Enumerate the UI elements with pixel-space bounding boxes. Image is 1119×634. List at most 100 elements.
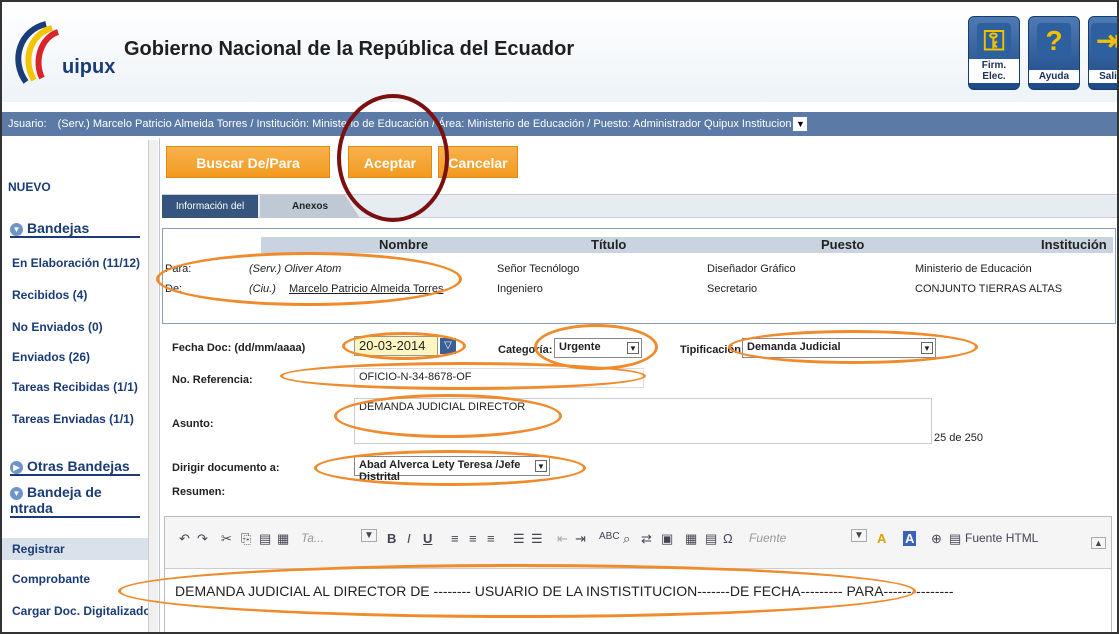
row-institucion: Ministerio de Educación [915, 263, 1032, 275]
indent-icon[interactable]: ⇥ [575, 531, 586, 547]
dirigir-select[interactable]: Abad Alverca Lety Teresa /Jefe Distrital… [354, 456, 550, 483]
resumen-label: Resumen: [172, 486, 226, 498]
col-nombre: Nombre [379, 237, 429, 252]
calendar-icon[interactable]: ▽ [440, 338, 456, 354]
rich-text-editor: ↶ ↷ ✂ ⎘ ▤ ▦ Ta... ▼ B I U ≡ ≡ ≡ ☰ ☰ ⇤ ⇥ … [164, 516, 1112, 632]
chevron-down-icon[interactable]: ▼ [851, 529, 867, 542]
replace-icon[interactable]: ⇄ [641, 531, 652, 547]
tipificacion-select[interactable]: Demanda Judicial ▼ [742, 338, 936, 358]
sidebar-item-tareas-recibidas[interactable]: Tareas Recibidas (1/1) [12, 380, 138, 394]
row-titulo: Señor Tecnólogo [497, 263, 580, 275]
logo-text: uipux [62, 56, 116, 78]
font-select[interactable]: Fuente [749, 531, 786, 545]
find-icon[interactable]: ⌕ [623, 531, 630, 547]
copy-icon[interactable]: ⎘ [241, 531, 251, 547]
categoria-select[interactable]: Urgente ▼ [554, 338, 642, 358]
align-left-icon[interactable]: ≡ [451, 531, 459, 546]
source-icon[interactable]: ▤ [949, 531, 961, 547]
text-color-icon[interactable]: A [877, 531, 886, 546]
italic-icon[interactable]: I [407, 531, 411, 546]
bullet-list-icon[interactable]: ☰ [531, 531, 543, 547]
sidebar-otras-bandejas[interactable]: ▶ Otras Bandejas [10, 458, 140, 476]
aceptar-button[interactable]: Aceptar [348, 146, 432, 178]
chevron-down-icon: ▼ [627, 342, 639, 354]
sidebar-item-en-elaboracion[interactable]: En Elaboración (11/12) [12, 256, 140, 270]
chevron-down-icon[interactable]: ▼ [361, 529, 377, 542]
sidebar-bandeja-entrada[interactable]: ▼ Bandeja de ntrada [10, 484, 140, 518]
dirigir-label: Dirigir documento a: [172, 462, 280, 474]
outdent-icon[interactable]: ⇤ [557, 531, 568, 547]
editor-scroll-up-icon[interactable]: ▲ [1091, 537, 1106, 549]
sidebar-item-tareas-enviadas[interactable]: Tareas Enviadas (1/1) [12, 412, 134, 426]
background-color-icon[interactable]: A [903, 531, 917, 546]
firma-electronica-button[interactable]: ⚿ Firm. Elec. [968, 16, 1020, 90]
sidebar-item-enviados[interactable]: Enviados (26) [12, 350, 90, 364]
cancelar-button[interactable]: Cancelar [438, 146, 518, 178]
row-titulo: Ingeniero [497, 283, 543, 295]
exit-button[interactable]: ⇥ Sali [1088, 16, 1117, 90]
paste-icon[interactable]: ▤ [259, 531, 271, 547]
bold-icon[interactable]: B [387, 531, 396, 546]
user-bar: Jsuario: (Serv.) Marcelo Patricio Almeid… [2, 112, 1117, 136]
chevron-down-icon: ▼ [921, 342, 933, 354]
horizontal-rule-icon[interactable]: ▤ [705, 531, 717, 547]
user-select[interactable]: (Serv.) Marcelo Patricio Almeida Torres … [58, 112, 792, 136]
row-nombre-link[interactable]: Marcelo Patricio Almeida Torres [289, 283, 443, 295]
page-title: Gobierno Nacional de la República del Ec… [124, 38, 575, 60]
sidebar-item-registrar[interactable]: Registrar [2, 538, 152, 560]
sidebar: NUEVO ▼ Bandejas En Elaboración (11/12) R… [2, 138, 160, 632]
row-label: Para: [165, 263, 192, 275]
user-label: Jsuario: [8, 118, 47, 130]
referencia-label: No. Referencia: [172, 374, 253, 386]
undo-icon[interactable]: ↶ [179, 531, 190, 547]
sidebar-item-recibidos[interactable]: Recibidos (4) [12, 288, 87, 302]
size-select[interactable]: Ta... [301, 531, 324, 545]
bandejas-label: Bandejas [27, 220, 90, 236]
align-center-icon[interactable]: ≡ [469, 531, 477, 546]
editor-toolbar: ↶ ↷ ✂ ⎘ ▤ ▦ Ta... ▼ B I U ≡ ≡ ≡ ☰ ☰ ⇤ ⇥ … [165, 517, 1111, 569]
spellcheck-icon[interactable]: ABC [599, 531, 620, 542]
table-header: Nombre Título Puesto Institución [261, 237, 1113, 253]
destinatarios-table: Nombre Título Puesto Institución Para: (… [162, 228, 1116, 324]
paste-text-icon[interactable]: ▦ [277, 531, 289, 547]
quipux-logo: uipux [6, 20, 116, 86]
sidebar-nuevo[interactable]: NUEVO [8, 180, 51, 194]
maximize-icon[interactable]: ⊕ [931, 531, 942, 547]
logo-swoosh-icon [15, 21, 60, 84]
header: uipux Gobierno Nacional de la República … [2, 2, 1117, 102]
redo-icon[interactable]: ↷ [197, 531, 208, 547]
sidebar-item-cargar-doc[interactable]: Cargar Doc. Digitalizado [12, 604, 151, 618]
page: uipux Gobierno Nacional de la República … [0, 0, 1119, 634]
ordered-list-icon[interactable]: ☰ [513, 531, 525, 547]
table-icon[interactable]: ▦ [685, 531, 697, 547]
referencia-input[interactable]: OFICIO-N-34-8678-OF [354, 368, 644, 388]
dirigir-value: Abad Alverca Lety Teresa /Jefe Distrital [359, 459, 521, 483]
col-puesto: Puesto [821, 237, 865, 252]
asunto-textarea[interactable]: DEMANDA JUDICIAL DIRECTOR [354, 398, 932, 444]
help-label: Ayuda [1029, 70, 1079, 83]
tab-anexos[interactable]: Anexos [260, 195, 360, 218]
buscar-de-para-button[interactable]: Buscar De/Para [166, 146, 330, 178]
select-all-icon[interactable]: ▣ [661, 531, 673, 547]
underline-icon[interactable]: U [423, 531, 432, 546]
editor-body[interactable]: DEMANDA JUDICIAL AL DIRECTOR DE --------… [175, 583, 953, 599]
help-button[interactable]: ? Ayuda [1028, 16, 1080, 90]
fuente-html-button[interactable]: Fuente HTML [965, 531, 1038, 545]
asunto-label: Asunto: [172, 418, 214, 430]
sidebar-item-no-enviados[interactable]: No Enviados (0) [12, 320, 103, 334]
special-char-icon[interactable]: Ω [723, 531, 733, 546]
col-titulo: Título [591, 237, 627, 252]
sidebar-item-comprobante[interactable]: Comprobante [12, 572, 90, 586]
align-right-icon[interactable]: ≡ [487, 531, 495, 546]
chevron-down-icon[interactable]: ▼ [793, 117, 808, 132]
tipificacion-label: Tipificación: [680, 344, 745, 356]
sidebar-scrollbar[interactable] [148, 140, 158, 632]
sidebar-bandejas-header[interactable]: ▼ Bandejas [10, 220, 140, 238]
help-icon: ? [1037, 23, 1071, 59]
row-puesto: Diseñador Gráfico [707, 263, 796, 275]
tab-informacion[interactable]: Información del Docu. [162, 195, 258, 235]
bandeja-entrada-label-2: ntrada [10, 500, 53, 516]
asunto-counter: 25 de 250 [934, 432, 983, 444]
cut-icon[interactable]: ✂ [221, 531, 232, 547]
fecha-input[interactable]: 20-03-2014 [354, 336, 438, 356]
